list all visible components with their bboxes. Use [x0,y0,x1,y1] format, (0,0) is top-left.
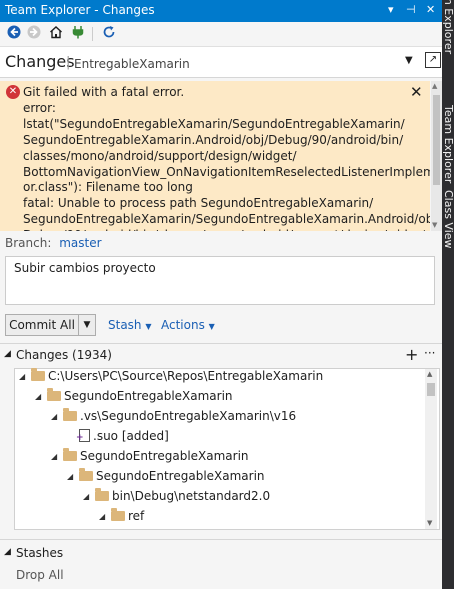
expand-icon[interactable]: ◢ [35,392,45,401]
tree-scrollbar[interactable]: ▲ ▼ [425,369,437,529]
collapse-icon[interactable]: ◢ [4,349,11,359]
drop-all-link[interactable]: Drop All [16,568,64,582]
tree-item[interactable]: .suo [added] [76,429,169,449]
commit-all-button[interactable]: Commit All [5,314,79,336]
tree-item[interactable]: ◢ SegundoEntregableXamarin [51,447,249,469]
window-title: Team Explorer - Changes [5,3,155,17]
scroll-up-icon[interactable]: ▲ [427,370,432,378]
expand-icon[interactable]: ◢ [51,412,61,421]
file-added-icon [76,429,90,443]
divider [0,539,442,540]
scroll-down-icon[interactable]: ▼ [432,221,437,229]
folder-icon [111,507,125,521]
folder-icon [63,407,77,421]
connect-icon[interactable] [69,25,87,43]
branch-info: Branch: master [5,236,102,250]
dropdown-icon[interactable]: ▾ [388,3,394,16]
close-icon[interactable]: ✕ [426,3,435,16]
stashes-title: Stashes [16,546,64,560]
expand-icon[interactable]: ◢ [99,512,109,521]
expand-icon[interactable]: ◢ [19,372,29,381]
dismiss-error-icon[interactable]: ✕ [410,83,423,101]
folder-icon [47,387,61,401]
tab-class-view[interactable]: Class View [442,190,454,249]
scroll-thumb[interactable] [427,383,435,396]
page-title: Changes [5,52,75,71]
toolbar-separator [92,27,93,41]
tab-team-explorer[interactable]: Team Explorer [442,105,454,183]
divider [0,343,442,344]
repo-name: EntregableXamarin [74,57,190,71]
chevron-down-icon: ▼ [208,322,215,331]
collapse-icon[interactable]: ◢ [4,547,11,557]
folder-icon [31,367,45,381]
stashes-section-header[interactable]: ◢ Stashes [0,546,442,564]
tab-solution-explorer[interactable]: Solution Explorer [442,0,454,54]
scroll-up-icon[interactable]: ▲ [432,82,437,90]
error-icon: ✕ [6,85,20,99]
back-icon[interactable] [5,25,23,43]
tree-item[interactable]: ◢ C:\Users\PC\Source\Repos\EntregableXama… [19,367,323,389]
page-header: Changes | EntregableXamarin ▼ ↗ [0,47,442,78]
refresh-icon[interactable] [100,25,118,43]
page-dropdown-icon[interactable]: ▼ [405,55,413,66]
home-icon[interactable] [47,25,65,43]
changes-count: Changes (1934) [16,348,112,362]
error-scrollbar[interactable]: ▲ ▼ [431,81,442,231]
changes-tree: ◢ C:\Users\PC\Source\Repos\EntregableXama… [14,367,440,530]
commit-options-dropdown[interactable]: ▼ [79,314,96,336]
tree-item[interactable]: ◢ SegundoEntregableXamarin [67,467,265,489]
branch-link[interactable]: master [59,236,101,250]
changes-section-header[interactable]: ◢ Changes (1934) + ··· [0,345,442,366]
pin-icon[interactable]: ⊣ [406,3,416,16]
error-banner: ✕ Git failed with a fatal error. error: … [0,81,430,231]
expand-icon[interactable]: ◢ [51,452,61,461]
more-options-icon[interactable]: ··· [424,346,435,360]
actions-link[interactable]: Actions ▼ [161,318,215,332]
toolbar [0,22,442,47]
tree-item[interactable]: ◢ .vs\SegundoEntregableXamarin\v16 [51,407,296,429]
folder-icon [79,467,93,481]
forward-icon[interactable] [25,25,43,43]
tree-item[interactable]: ◢ ref [99,507,144,529]
header-separator: | [66,55,71,70]
folder-icon [95,487,109,501]
scroll-thumb[interactable] [433,95,440,185]
tree-item[interactable]: ◢ bin\Debug\netstandard2.0 [83,487,270,509]
chevron-down-icon: ▼ [145,322,152,331]
scroll-down-icon[interactable]: ▼ [427,519,432,527]
expand-icon[interactable]: ◢ [83,492,93,501]
side-tab-strip: Solution Explorer Team Explorer Class Vi… [442,0,454,589]
folder-icon [63,447,77,461]
error-message: Git failed with a fatal error. error: ls… [23,85,430,231]
stage-all-icon[interactable]: + [405,345,418,364]
expand-icon[interactable]: ◢ [67,472,77,481]
pop-out-icon[interactable]: ↗ [425,52,441,68]
tree-item[interactable]: ◢ SegundoEntregableXamarin [35,387,233,409]
branch-label: Branch: [5,236,52,250]
commit-message-input[interactable]: Subir cambios proyecto [5,256,435,305]
title-bar: Team Explorer - Changes ▾ ⊣ ✕ [0,0,442,22]
stash-link[interactable]: Stash ▼ [108,318,152,332]
